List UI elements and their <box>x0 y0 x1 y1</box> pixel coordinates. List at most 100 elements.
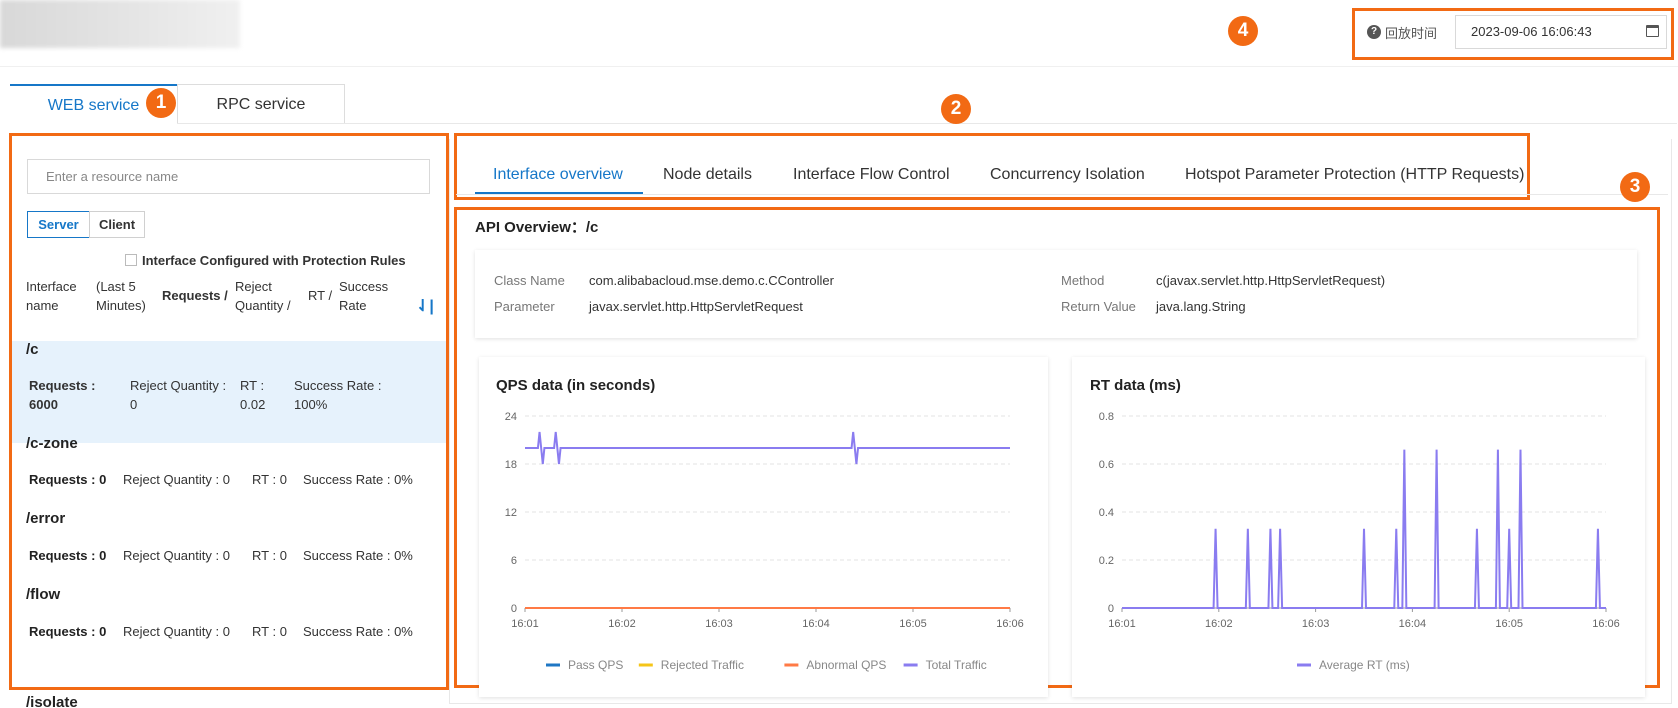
header-divider <box>0 66 1678 67</box>
list-item-stats: Requests : 0 <box>29 546 106 565</box>
list-item-title[interactable]: /c-zone <box>26 435 78 452</box>
rt-value: 0.02 <box>240 397 266 412</box>
tab-interface-flow-control[interactable]: Interface Flow Control <box>793 166 950 184</box>
list-item-title[interactable]: /c <box>26 341 39 358</box>
reject-value: 0 <box>222 624 230 639</box>
playback-time-label: 回放时间 <box>1385 26 1438 41</box>
list-item-title[interactable]: /error <box>26 510 65 527</box>
y-tick-label: 0 <box>1108 603 1114 615</box>
y-tick-label: 24 <box>505 411 517 423</box>
annotation-badge-3: 3 <box>1620 172 1650 202</box>
active-tab-indicator <box>475 192 643 194</box>
success-value: 0% <box>394 472 413 487</box>
list-item-stats: Requests : 0 <box>29 470 106 489</box>
reject-value: 0 <box>222 472 230 487</box>
list-item-success: Success Rate : 100% <box>294 376 381 414</box>
success-value: 100% <box>294 397 328 412</box>
list-item-reject: Reject Quantity : 0 <box>130 376 226 414</box>
service-tabs-divider <box>177 123 1677 124</box>
rt-chart: 0 0.2 0.4 0.6 0.8 16:01 16:02 16:03 16:04 16:05 16… <box>1099 411 1620 672</box>
col-header-period-line2: Minutes) <box>96 298 146 313</box>
y-tick-label: 18 <box>505 459 517 471</box>
requests-label: Requests : <box>29 548 96 563</box>
x-tick-label: 16:02 <box>608 618 636 630</box>
protection-rules-checkbox[interactable] <box>125 254 137 266</box>
col-header-reject-line1: Reject <box>235 279 272 294</box>
requests-value: 6000 <box>29 397 58 412</box>
tab-interface-overview[interactable]: Interface overview <box>493 166 623 184</box>
rt-value: 0 <box>279 548 287 563</box>
x-tick-label: 16:06 <box>996 618 1024 630</box>
col-header-period: (Last 5 Minutes) <box>96 277 146 315</box>
col-header-interface[interactable]: Interface name <box>26 277 77 315</box>
col-header-reject[interactable]: Reject Quantity / <box>235 277 291 315</box>
y-tick-label: 0.4 <box>1099 507 1114 519</box>
y-tick-label: 12 <box>505 507 517 519</box>
col-header-success[interactable]: Success Rate <box>339 277 388 315</box>
x-tick-label: 16:04 <box>1399 618 1427 630</box>
col-header-reject-line2: Quantity / <box>235 298 291 313</box>
sort-icon[interactable]: ⇃| <box>416 296 434 316</box>
protection-rules-label: Interface Configured with Protection Rul… <box>142 253 406 268</box>
reject-label: Reject Quantity : <box>123 472 220 487</box>
reject-value: 0 <box>130 397 138 412</box>
annotation-badge-2: 2 <box>941 94 971 124</box>
list-item-stats: Requests : 0 <box>29 622 106 641</box>
list-item-reject: Reject Quantity : 0 <box>123 546 230 565</box>
rt-label: RT : <box>252 548 277 563</box>
api-overview-title: API Overview：/c <box>475 219 599 236</box>
list-item-title[interactable]: /flow <box>26 586 60 603</box>
col-header-rt[interactable]: RT / <box>308 286 332 305</box>
annotation-badge-4: 4 <box>1228 16 1258 46</box>
success-value: 0% <box>394 548 413 563</box>
api-info-card <box>475 250 1637 338</box>
tab-hotspot-parameter-protection[interactable]: Hotspot Parameter Protection (HTTP Reque… <box>1185 166 1524 184</box>
y-tick-label: 0.8 <box>1099 411 1114 423</box>
col-header-requests[interactable]: Requests / <box>162 286 228 305</box>
list-item-success: Success Rate : 0% <box>303 622 413 641</box>
class-name-value: com.alibabacloud.mse.demo.c.CController <box>589 273 834 288</box>
rt-label: RT : <box>252 624 277 639</box>
list-item-success: Success Rate : 0% <box>303 470 413 489</box>
x-tick-label: 16:05 <box>899 618 927 630</box>
tab-concurrency-isolation[interactable]: Concurrency Isolation <box>990 166 1145 184</box>
rt-label: RT : <box>252 472 277 487</box>
method-label: Method <box>1061 273 1105 288</box>
rt-label: RT : <box>240 378 265 393</box>
tab-rpc-service[interactable]: RPC service <box>177 84 345 124</box>
col-header-interface-line1: Interface <box>26 279 77 294</box>
series-line <box>1122 449 1606 609</box>
x-tick-label: 16:03 <box>705 618 733 630</box>
list-item-rt: RT : 0 <box>252 546 287 565</box>
resource-search-placeholder: Enter a resource name <box>46 169 179 184</box>
segment-server[interactable]: Server <box>27 211 90 238</box>
y-tick-label: 0.2 <box>1099 555 1114 567</box>
col-header-success-line1: Success <box>339 279 389 294</box>
requests-label: Requests : <box>29 472 96 487</box>
list-item-requests: Requests : 6000 <box>29 376 95 414</box>
parameter-label: Parameter <box>494 299 555 314</box>
x-tick-label: 16:01 <box>511 618 539 630</box>
help-icon[interactable]: ? <box>1367 25 1381 39</box>
col-header-success-line2: Rate <box>339 298 367 313</box>
list-item-title[interactable]: /isolate <box>26 694 78 708</box>
legend-label: Total Traffic <box>926 658 987 672</box>
y-tick-label: 0 <box>511 603 517 615</box>
success-label: Success Rate : <box>294 378 382 393</box>
segment-client[interactable]: Client <box>89 211 145 238</box>
rt-value: 0 <box>279 472 287 487</box>
x-tick-label: 16:04 <box>802 618 830 630</box>
reject-label: Reject Quantity : <box>123 548 220 563</box>
return-value-label: Return Value <box>1061 299 1136 314</box>
reject-label: Reject Quantity : <box>130 378 227 393</box>
parameter-value: javax.servlet.http.HttpServletRequest <box>589 299 803 314</box>
success-value: 0% <box>394 624 413 639</box>
requests-value: 0 <box>99 548 107 563</box>
calendar-icon[interactable] <box>1646 25 1659 37</box>
series-line <box>525 431 1010 465</box>
reject-label: Reject Quantity : <box>123 624 220 639</box>
legend-label: Average RT (ms) <box>1319 658 1410 672</box>
playback-time-value: 2023-09-06 16:06:43 <box>1471 24 1592 39</box>
tab-node-details[interactable]: Node details <box>663 166 752 184</box>
annotation-badge-1: 1 <box>146 88 176 118</box>
